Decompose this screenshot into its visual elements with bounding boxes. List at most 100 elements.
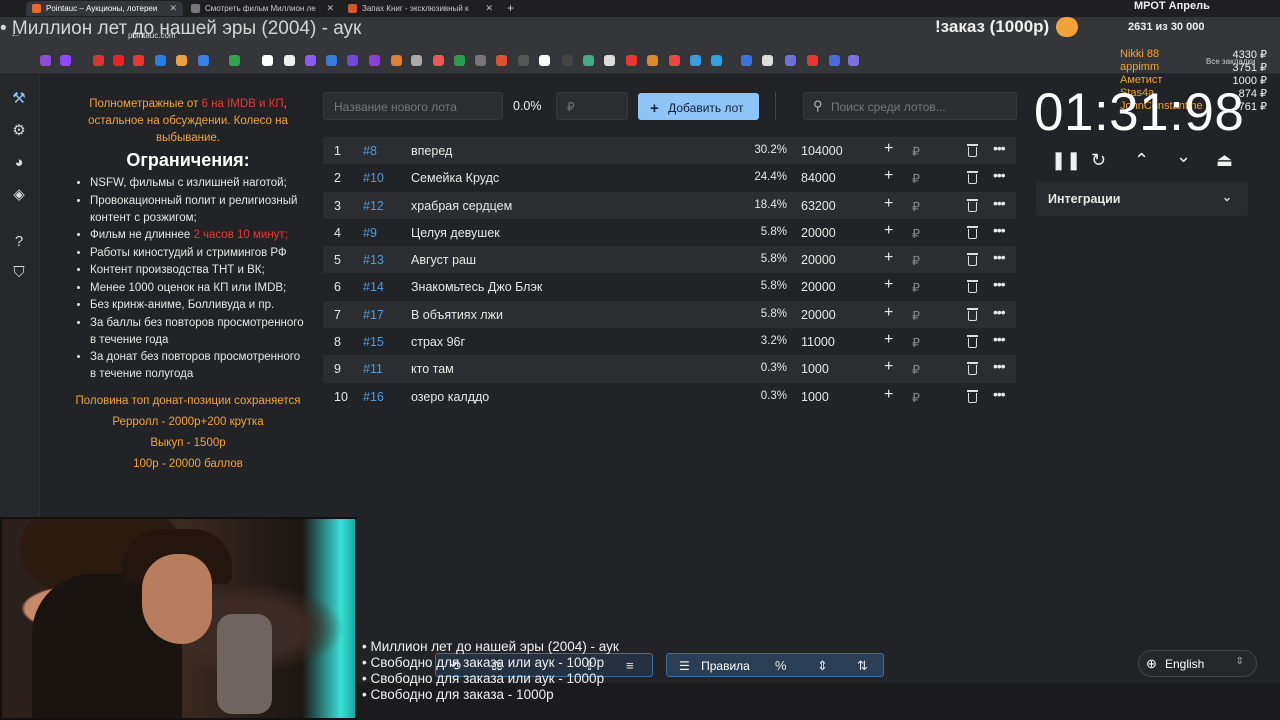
trash-icon[interactable]: [967, 362, 978, 376]
lot-amount[interactable]: 1000: [801, 390, 829, 404]
split-icon[interactable]: ⇕: [817, 658, 828, 674]
bookmark-icon[interactable]: [133, 55, 144, 66]
hammer-icon[interactable]: ⚒: [10, 90, 28, 108]
bookmark-icon[interactable]: [475, 55, 486, 66]
search-input[interactable]: ⚲ Поиск среди лотов...: [803, 92, 1017, 120]
bookmark-icon[interactable]: [40, 55, 51, 66]
shield-icon[interactable]: ⛉: [10, 264, 28, 282]
more-icon[interactable]: •••: [993, 331, 1006, 347]
bookmark-icon[interactable]: [229, 55, 240, 66]
trash-icon[interactable]: [967, 171, 978, 185]
bookmark-icon[interactable]: [848, 55, 859, 66]
new-lot-input[interactable]: Название нового лота: [323, 92, 503, 120]
currency-icon[interactable]: ₽: [912, 226, 920, 241]
add-amount-icon[interactable]: +: [884, 140, 893, 158]
lot-amount[interactable]: 1000: [801, 362, 829, 376]
bookmark-icon[interactable]: [93, 55, 104, 66]
bookmark-icon[interactable]: [741, 55, 752, 66]
lot-amount[interactable]: 104000: [801, 144, 843, 158]
more-icon[interactable]: •••: [993, 140, 1006, 156]
bookmark-icon[interactable]: [284, 55, 295, 66]
currency-icon[interactable]: ₽: [912, 308, 920, 323]
add-amount-icon[interactable]: +: [884, 222, 893, 240]
pause-icon[interactable]: ❚❚: [1051, 150, 1081, 171]
bookmark-icon[interactable]: [454, 55, 465, 66]
more-icon[interactable]: •••: [993, 167, 1006, 183]
gear-icon[interactable]: ⚙: [10, 122, 28, 140]
bookmark-icon[interactable]: [326, 55, 337, 66]
currency-icon[interactable]: ₽: [912, 253, 920, 268]
bookmark-icon[interactable]: [518, 55, 529, 66]
lot-amount[interactable]: 20000: [801, 308, 836, 322]
rules-button[interactable]: ☰ Правила: [679, 659, 750, 673]
currency-icon[interactable]: ₽: [912, 280, 920, 295]
add-lot-button[interactable]: + Добавить лот: [638, 93, 759, 120]
bookmark-icon[interactable]: [496, 55, 507, 66]
bookmark-icon[interactable]: [305, 55, 316, 66]
trash-icon[interactable]: [967, 307, 978, 321]
trash-icon[interactable]: [967, 280, 978, 294]
currency-icon[interactable]: ₽: [912, 144, 920, 159]
lot-amount[interactable]: 20000: [801, 253, 836, 267]
amount-input[interactable]: ₽: [556, 92, 628, 120]
add-amount-icon[interactable]: +: [884, 304, 893, 322]
chevron-down-icon[interactable]: ⌄: [1176, 146, 1191, 167]
sort-icon[interactable]: ⇅: [857, 658, 868, 674]
bookmark-icon[interactable]: [411, 55, 422, 66]
lot-name[interactable]: кто там: [411, 362, 454, 376]
more-icon[interactable]: •••: [993, 304, 1006, 320]
bookmark-icon[interactable]: [669, 55, 680, 66]
layers-icon[interactable]: ◈: [10, 186, 28, 204]
lot-amount[interactable]: 20000: [801, 226, 836, 240]
lot-amount[interactable]: 11000: [801, 335, 835, 349]
lot-name[interactable]: озеро калддо: [411, 390, 489, 404]
more-icon[interactable]: •••: [993, 195, 1006, 211]
lot-name[interactable]: храбрая сердцем: [411, 199, 512, 213]
restart-icon[interactable]: ↻: [1091, 150, 1106, 171]
trash-icon[interactable]: [967, 253, 978, 267]
bookmark-icon[interactable]: [626, 55, 637, 66]
currency-icon[interactable]: ₽: [912, 199, 920, 214]
bookmark-icon[interactable]: [785, 55, 796, 66]
more-icon[interactable]: •••: [993, 276, 1006, 292]
chevron-up-icon[interactable]: ⌃: [1134, 150, 1149, 171]
lot-name[interactable]: Семейка Крудс: [411, 171, 499, 185]
help-icon[interactable]: ?: [10, 233, 28, 251]
trash-icon[interactable]: [967, 225, 978, 239]
bookmark-icon[interactable]: [347, 55, 358, 66]
lot-name[interactable]: Целуя девушек: [411, 226, 500, 240]
close-icon[interactable]: ✕: [485, 3, 493, 14]
add-amount-icon[interactable]: +: [884, 167, 893, 185]
bookmark-icon[interactable]: [711, 55, 722, 66]
bookmark-icon[interactable]: [198, 55, 209, 66]
bookmark-icon[interactable]: [829, 55, 840, 66]
close-icon[interactable]: ✕: [169, 3, 177, 14]
lot-amount[interactable]: 20000: [801, 280, 836, 294]
bookmark-icon[interactable]: [433, 55, 444, 66]
close-icon[interactable]: ✕: [326, 3, 334, 14]
more-icon[interactable]: •••: [993, 358, 1006, 374]
wheel-icon[interactable]: ◕: [10, 154, 28, 172]
tab-movie[interactable]: Смотреть фильм Миллион ле ✕: [185, 1, 340, 16]
lot-name[interactable]: вперед: [411, 144, 452, 158]
add-amount-icon[interactable]: +: [884, 386, 893, 404]
collapse-icon[interactable]: ⏏: [1216, 150, 1233, 171]
bookmark-icon[interactable]: [647, 55, 658, 66]
trash-icon[interactable]: [967, 389, 978, 403]
add-amount-icon[interactable]: +: [884, 358, 893, 376]
lot-name[interactable]: Август раш: [411, 253, 476, 267]
add-amount-icon[interactable]: +: [884, 195, 893, 213]
tab-books[interactable]: Запах Книг - эксклюзивный к ✕: [342, 1, 499, 16]
more-icon[interactable]: •••: [993, 249, 1006, 265]
bookmark-icon[interactable]: [262, 55, 273, 66]
bookmark-icon[interactable]: [562, 55, 573, 66]
percent-icon[interactable]: %: [775, 658, 787, 673]
bookmark-icon[interactable]: [113, 55, 124, 66]
lot-name[interactable]: В объятиях лжи: [411, 308, 503, 322]
language-select[interactable]: ⊕ English ⇳: [1138, 650, 1257, 677]
bookmark-icon[interactable]: [60, 55, 71, 66]
more-icon[interactable]: •••: [993, 222, 1006, 238]
currency-icon[interactable]: ₽: [912, 171, 920, 186]
bookmark-icon[interactable]: [762, 55, 773, 66]
trash-icon[interactable]: [967, 144, 978, 157]
